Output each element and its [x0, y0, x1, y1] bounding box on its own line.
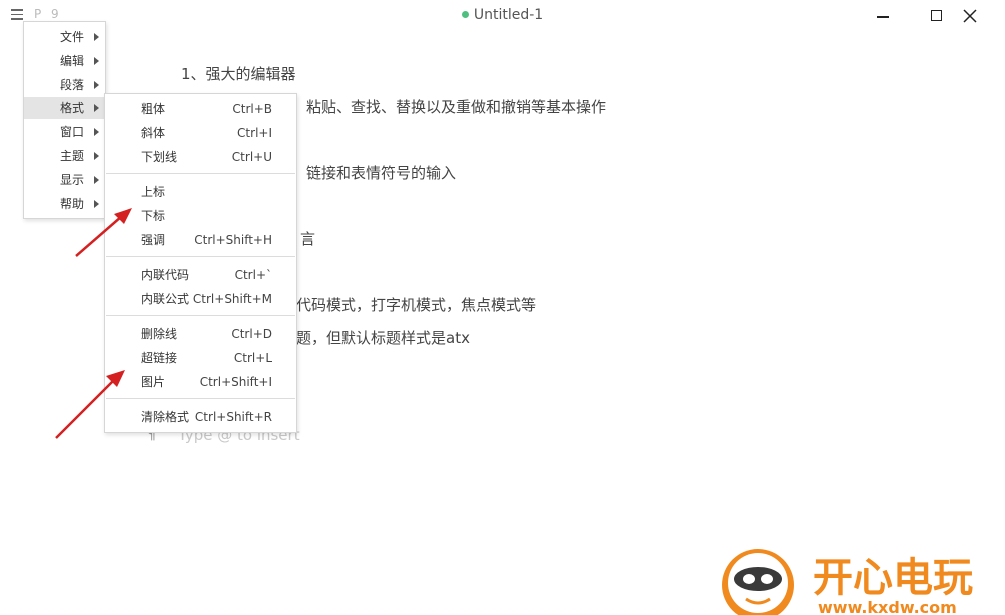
menu-item-label: 图片 [141, 375, 166, 389]
menu-item-underline[interactable]: 下划线 Ctrl+U [105, 146, 296, 168]
menu-item-label: 主题 [60, 149, 85, 163]
submenu-arrow-icon [94, 57, 99, 65]
shortcut-label: Ctrl+Shift+R [194, 410, 272, 424]
menu-item-format[interactable]: 格式 [24, 97, 105, 119]
annotation-arrow-icon [55, 370, 125, 439]
annotation-arrow-icon [75, 208, 132, 257]
menu-item-view[interactable]: 显示 [24, 169, 105, 191]
submenu-arrow-icon [94, 128, 99, 136]
watermark-text: 开心电玩 [813, 555, 973, 601]
menu-item-label: 内联代码 [141, 268, 190, 282]
shortcut-label: Ctrl+D [231, 327, 272, 341]
shortcut-label: Ctrl+I [237, 126, 272, 140]
shortcut-label: Ctrl+Shift+M [192, 292, 272, 306]
watermark-url: www.kxdw.com [818, 598, 957, 615]
shortcut-label: Ctrl+B [232, 102, 272, 116]
watermark-logo: 开心电玩 www.kxdw.com [722, 549, 973, 615]
menu-item-label: 清除格式 [141, 410, 190, 424]
menu-item-inline-code[interactable]: 内联代码 Ctrl+` [105, 264, 296, 286]
menu-item-inline-math[interactable]: 内联公式 Ctrl+Shift+M [105, 288, 296, 310]
submenu-arrow-icon [94, 81, 99, 89]
shortcut-label: Ctrl+L [233, 351, 272, 365]
editor-line[interactable]: 粘贴、查找、替换以及重做和撤销等基本操作 [306, 96, 606, 117]
mascot-icon [722, 549, 794, 615]
menu-divider [106, 173, 295, 174]
menu-item-file[interactable]: 文件 [24, 26, 105, 48]
menu-item-label: 斜体 [141, 126, 166, 140]
menu-item-window[interactable]: 窗口 [24, 121, 105, 143]
menu-item-label: 粗体 [141, 102, 166, 116]
shortcut-label: Ctrl+Shift+H [194, 233, 272, 247]
menu-item-label: 超链接 [141, 351, 178, 365]
menu-item-bold[interactable]: 粗体 Ctrl+B [105, 98, 296, 120]
menu-item-label: 强调 [141, 233, 166, 247]
submenu-arrow-icon [94, 176, 99, 184]
menu-item-label: 删除线 [141, 327, 178, 341]
shortcut-label: Ctrl+U [231, 150, 272, 164]
menu-item-label: 段落 [60, 78, 85, 92]
submenu-arrow-icon [94, 104, 99, 112]
submenu-arrow-icon [94, 33, 99, 41]
menu-item-label: 格式 [60, 101, 85, 115]
menu-item-label: 下标 [141, 209, 166, 223]
editor-line[interactable]: 1、强大的编辑器 [181, 63, 296, 84]
main-menu: 文件 编辑 段落 格式 窗口 主题 显示 帮助 [23, 21, 106, 219]
editor-line[interactable]: 言 [300, 228, 315, 249]
menu-item-strikethrough[interactable]: 删除线 Ctrl+D [105, 323, 296, 345]
menu-item-label: 下划线 [141, 150, 178, 164]
editor-line[interactable]: 链接和表情符号的输入 [306, 162, 456, 183]
menu-item-paragraph[interactable]: 段落 [24, 74, 105, 96]
menu-item-label: 上标 [141, 185, 166, 199]
menu-item-label: 文件 [60, 30, 85, 44]
menu-item-label: 编辑 [60, 54, 85, 68]
menu-item-edit[interactable]: 编辑 [24, 50, 105, 72]
menu-item-label: 窗口 [60, 125, 85, 139]
menu-divider [106, 315, 295, 316]
menu-item-italic[interactable]: 斜体 Ctrl+I [105, 122, 296, 144]
shortcut-label: Ctrl+Shift+I [199, 375, 272, 389]
shortcut-label: Ctrl+` [234, 268, 272, 282]
menu-item-theme[interactable]: 主题 [24, 145, 105, 167]
menu-item-label: 内联公式 [141, 292, 190, 306]
menu-item-label: 显示 [60, 173, 85, 187]
editor-line[interactable]: 代码模式，打字机模式，焦点模式等 [296, 294, 536, 315]
submenu-arrow-icon [94, 152, 99, 160]
editor-line[interactable]: 题，但默认标题样式是atx [296, 327, 470, 348]
